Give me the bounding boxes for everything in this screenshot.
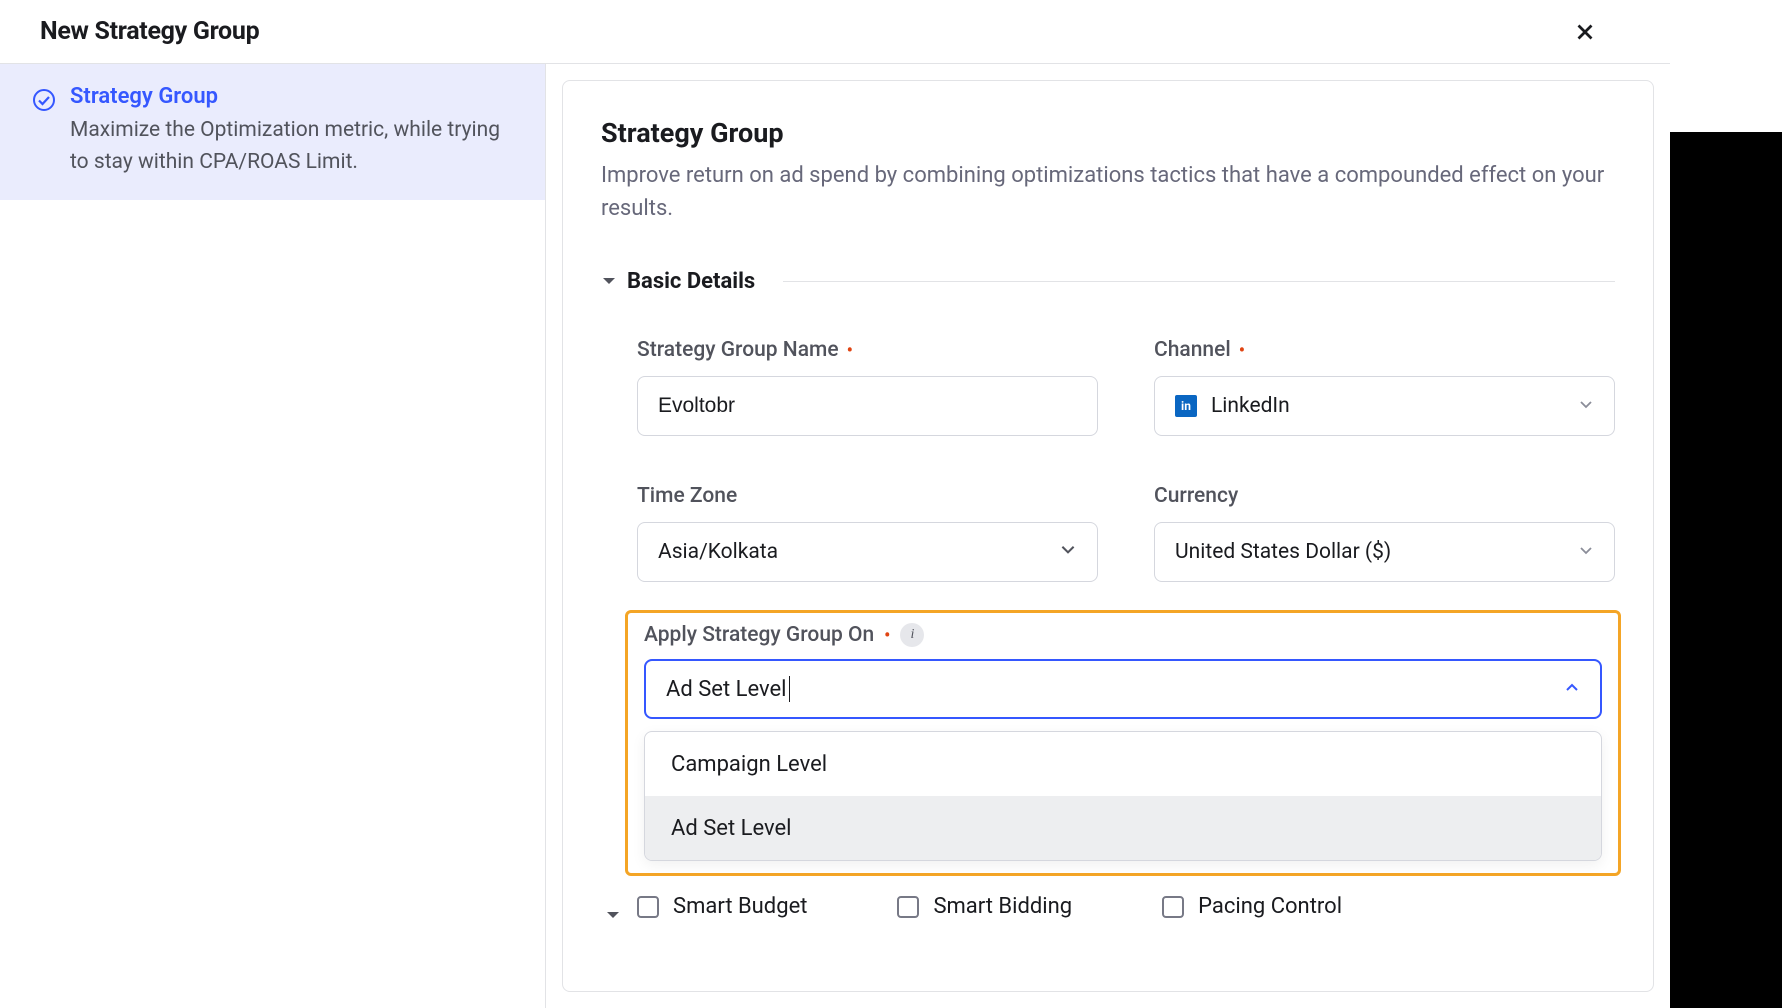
option-campaign-level[interactable]: Campaign Level <box>645 732 1601 796</box>
timezone-value: Asia/Kolkata <box>658 540 778 564</box>
checkbox-smart-bidding[interactable]: Smart Bidding <box>897 894 1072 919</box>
currency-select[interactable]: United States Dollar ($) <box>1154 522 1615 582</box>
chevron-up-icon <box>1564 677 1580 702</box>
steps-sidebar: Strategy Group Maximize the Optimization… <box>0 64 546 1008</box>
required-indicator: • <box>884 625 890 646</box>
section-basic-details-header[interactable]: Basic Details <box>601 269 1615 294</box>
checkbox-label: Smart Bidding <box>933 894 1072 919</box>
checkbox-icon <box>637 896 659 918</box>
checkbox-label: Pacing Control <box>1198 894 1342 919</box>
label-apply-strategy-group-on: Apply Strategy Group On <box>644 623 874 647</box>
checkbox-label: Smart Budget <box>673 894 807 919</box>
channel-value: LinkedIn <box>1211 394 1290 418</box>
caret-down-icon[interactable] <box>605 906 621 925</box>
step-description: Maximize the Optimization metric, while … <box>70 115 512 178</box>
label-channel: Channel <box>1154 338 1231 362</box>
dark-background-strip <box>1670 0 1782 1008</box>
rail-background <box>1670 0 1782 132</box>
section-divider <box>783 281 1615 282</box>
timezone-select[interactable]: Asia/Kolkata <box>637 522 1098 582</box>
page-title: New Strategy Group <box>40 17 259 46</box>
checkbox-smart-budget[interactable]: Smart Budget <box>637 894 807 919</box>
apply-level-combobox[interactable]: Ad Set Level <box>644 659 1602 719</box>
channel-select[interactable]: in LinkedIn <box>1154 376 1615 436</box>
field-strategy-group-name: Strategy Group Name • <box>637 338 1098 436</box>
text-cursor <box>789 676 790 702</box>
checkbox-icon <box>1162 896 1184 918</box>
header-bar: New Strategy Group StrategyGroup <box>0 0 1782 64</box>
field-timezone: Time Zone Asia/Kolkata <box>637 484 1098 582</box>
label-timezone: Time Zone <box>637 484 737 508</box>
section-title: Basic Details <box>627 269 755 294</box>
required-indicator: • <box>847 340 853 361</box>
checkbox-pacing-control[interactable]: Pacing Control <box>1162 894 1342 919</box>
field-channel: Channel • in LinkedIn <box>1154 338 1615 436</box>
chevron-down-icon <box>1059 540 1077 564</box>
info-icon[interactable]: i <box>900 623 924 647</box>
step-title: Strategy Group <box>70 84 512 109</box>
apply-strategy-group-highlight: Apply Strategy Group On • i Ad Set Level… <box>625 610 1621 876</box>
close-button[interactable] <box>1572 19 1598 45</box>
chevron-down-icon <box>1578 540 1594 564</box>
caret-down-icon <box>601 272 617 291</box>
checkbox-icon <box>897 896 919 918</box>
apply-level-dropdown: Campaign Level Ad Set Level <box>644 731 1602 861</box>
main-panel: Strategy Group Improve return on ad spen… <box>562 80 1654 992</box>
currency-value: United States Dollar ($) <box>1175 540 1391 564</box>
option-ad-set-level[interactable]: Ad Set Level <box>645 796 1601 860</box>
field-currency: Currency United States Dollar ($) <box>1154 484 1615 582</box>
strategy-group-name-input-field[interactable] <box>658 394 1077 418</box>
required-indicator: • <box>1239 340 1245 361</box>
strategy-group-name-input[interactable] <box>637 376 1098 436</box>
check-circle-icon <box>32 88 56 178</box>
panel-description: Improve return on ad spend by combining … <box>601 159 1615 225</box>
linkedin-icon: in <box>1175 395 1197 417</box>
chevron-down-icon <box>1578 394 1594 418</box>
panel-title: Strategy Group <box>601 117 1615 149</box>
label-strategy-group-name: Strategy Group Name <box>637 338 839 362</box>
step-strategy-group[interactable]: Strategy Group Maximize the Optimization… <box>0 64 545 200</box>
apply-level-value: Ad Set Level <box>666 677 787 702</box>
label-currency: Currency <box>1154 484 1238 508</box>
close-icon <box>1572 19 1598 45</box>
